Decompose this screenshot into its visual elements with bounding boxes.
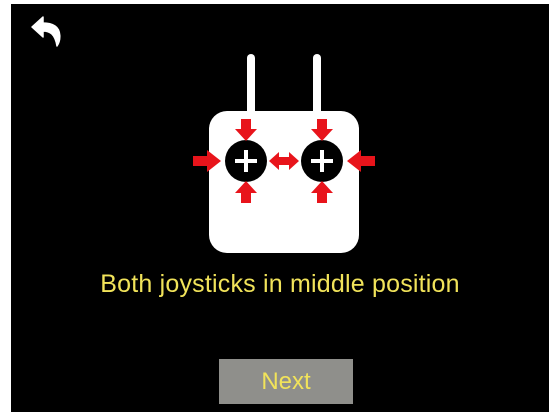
next-button[interactable]: Next [219, 359, 353, 404]
controller-body [209, 111, 359, 253]
screen: Both joysticks in middle position Next [11, 4, 549, 412]
instruction-text: Both joysticks in middle position [100, 270, 460, 298]
back-arrow-icon [31, 16, 61, 47]
controller-illustration [181, 49, 381, 264]
back-button[interactable] [31, 14, 71, 50]
